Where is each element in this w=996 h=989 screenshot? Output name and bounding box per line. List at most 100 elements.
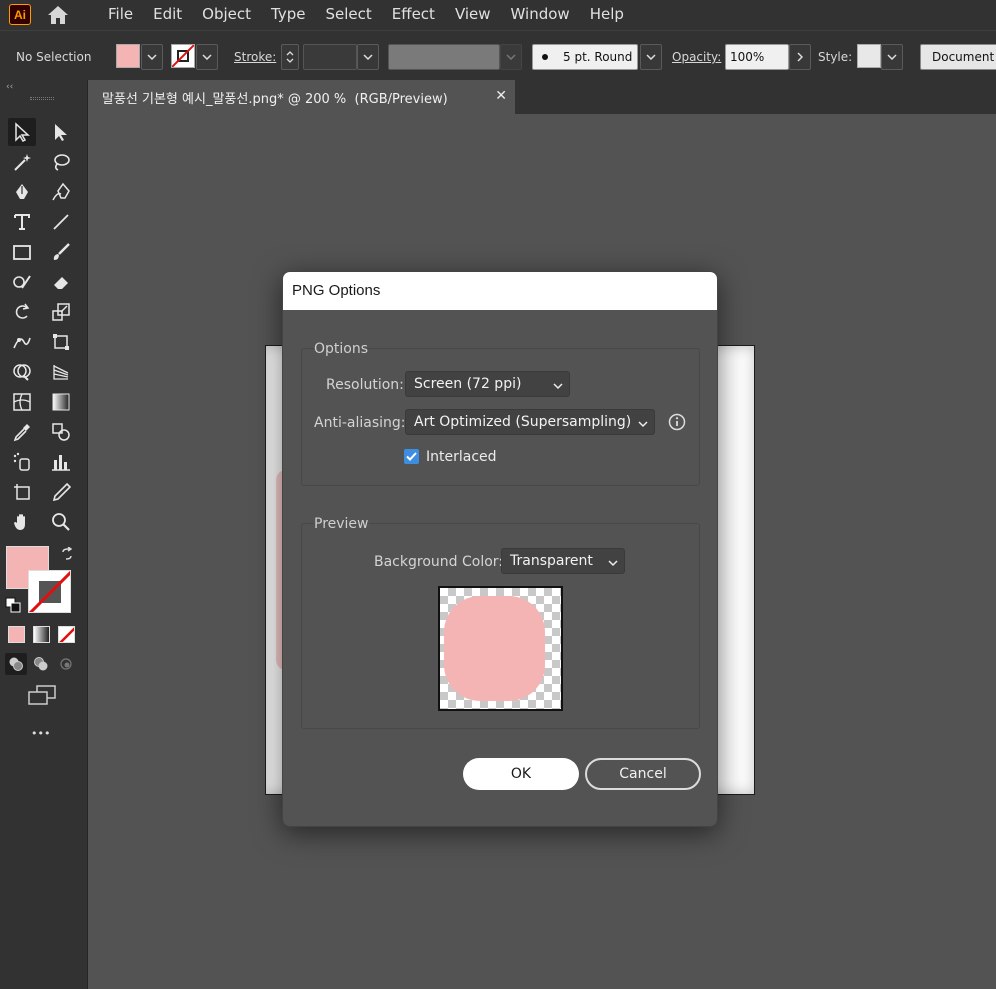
variable-width-dropdown[interactable]: [500, 44, 522, 70]
cancel-button[interactable]: Cancel: [585, 758, 701, 790]
hand-tool-icon[interactable]: [8, 508, 36, 536]
menu-select[interactable]: Select: [315, 0, 381, 30]
color-mode-icon[interactable]: [8, 626, 25, 643]
document-tab[interactable]: 말풍선 기본형 예시_말풍선.png* @ 200 % (RGB/Preview…: [88, 80, 515, 114]
fill-swatch[interactable]: [116, 44, 140, 68]
shaper-tool-icon[interactable]: [8, 268, 36, 296]
stroke-label[interactable]: Stroke:: [234, 50, 276, 64]
artboard-tool-icon[interactable]: [8, 478, 36, 506]
rectangle-tool-icon[interactable]: [8, 238, 36, 266]
line-segment-tool-icon[interactable]: [47, 208, 75, 236]
menu-window[interactable]: Window: [501, 0, 580, 30]
png-options-dialog: PNG Options Options Resolution: Screen (…: [282, 271, 718, 827]
resolution-value: Screen (72 ppi): [414, 376, 522, 392]
menu-object[interactable]: Object: [192, 0, 261, 30]
slice-tool-icon[interactable]: [47, 478, 75, 506]
perspective-grid-tool-icon[interactable]: [47, 358, 75, 386]
close-tab-icon[interactable]: ✕: [495, 88, 507, 104]
variable-width-profile[interactable]: [388, 44, 500, 70]
resolution-select[interactable]: Screen (72 ppi): [405, 371, 570, 397]
stroke-weight-dropdown[interactable]: [357, 44, 379, 70]
scale-tool-icon[interactable]: [47, 298, 75, 326]
dialog-titlebar[interactable]: PNG Options: [283, 272, 717, 310]
eraser-tool-icon[interactable]: [47, 268, 75, 296]
blend-tool-icon[interactable]: [47, 418, 75, 446]
document-tab-bar: 말풍선 기본형 예시_말풍선.png* @ 200 % (RGB/Preview…: [88, 80, 996, 114]
info-icon[interactable]: [668, 413, 686, 435]
stroke-weight-input[interactable]: [303, 44, 357, 70]
draw-inside-icon[interactable]: [55, 653, 77, 675]
menu-view[interactable]: View: [445, 0, 501, 30]
panel-collapse-icon[interactable]: ‹‹: [6, 82, 13, 92]
graphic-style-swatch[interactable]: [857, 44, 881, 68]
style-label: Style:: [818, 50, 853, 64]
dialog-title: PNG Options: [292, 282, 381, 299]
paintbrush-tool-icon[interactable]: [47, 238, 75, 266]
mesh-tool-icon[interactable]: [8, 388, 36, 416]
antialiasing-select[interactable]: Art Optimized (Supersampling): [405, 409, 655, 435]
edit-toolbar-icon[interactable]: •••: [31, 727, 50, 740]
panel-drag-handle[interactable]: [30, 97, 54, 100]
direct-selection-tool-icon[interactable]: [47, 118, 75, 146]
default-fill-stroke-icon[interactable]: [5, 597, 21, 617]
background-color-label: Background Color:: [374, 554, 503, 570]
document-setup-label: Document S: [932, 50, 996, 64]
png-preview-thumbnail: [438, 586, 563, 711]
menu-help[interactable]: Help: [580, 0, 634, 30]
interlaced-checkbox[interactable]: [404, 449, 419, 464]
menu-file[interactable]: File: [98, 0, 143, 30]
selection-tool-icon[interactable]: [8, 118, 36, 146]
none-mode-icon[interactable]: [58, 626, 75, 643]
magic-wand-tool-icon[interactable]: [8, 148, 36, 176]
opacity-value: 100%: [730, 50, 765, 64]
brush-definition[interactable]: 5 pt. Round: [532, 44, 638, 70]
background-color-select[interactable]: Transparent: [501, 548, 625, 574]
type-tool-icon[interactable]: [8, 208, 36, 236]
stroke-dropdown[interactable]: [196, 44, 218, 70]
menu-effect[interactable]: Effect: [382, 0, 445, 30]
swap-fill-stroke-icon[interactable]: [60, 546, 74, 565]
gradient-mode-icon[interactable]: [33, 626, 50, 643]
stroke-swatch[interactable]: [171, 44, 195, 68]
free-transform-tool-icon[interactable]: [47, 328, 75, 356]
ok-button[interactable]: OK: [463, 758, 579, 790]
opacity-input[interactable]: 100%: [725, 44, 789, 70]
home-icon[interactable]: [46, 4, 70, 26]
symbol-sprayer-tool-icon[interactable]: [8, 448, 36, 476]
options-group-label: Options: [314, 341, 369, 357]
opacity-label[interactable]: Opacity:: [672, 50, 721, 64]
draw-normal-icon[interactable]: [5, 653, 27, 675]
gradient-tool-icon[interactable]: [47, 388, 75, 416]
menu-type[interactable]: Type: [261, 0, 315, 30]
draw-behind-icon[interactable]: [30, 653, 52, 675]
screen-mode-icon[interactable]: [27, 684, 57, 710]
graphic-style-dropdown[interactable]: [881, 44, 903, 70]
width-tool-icon[interactable]: [8, 328, 36, 356]
rotate-tool-icon[interactable]: [8, 298, 36, 326]
antialiasing-value: Art Optimized (Supersampling): [414, 414, 632, 430]
lasso-tool-icon[interactable]: [47, 148, 75, 176]
stroke-weight-stepper[interactable]: [281, 44, 299, 70]
brush-dot-icon: [542, 54, 548, 60]
brush-dropdown[interactable]: [640, 44, 662, 70]
curvature-tool-icon[interactable]: [47, 178, 75, 206]
resolution-label: Resolution:: [326, 377, 404, 393]
opacity-arrow[interactable]: [789, 44, 811, 70]
column-graph-tool-icon[interactable]: [47, 448, 75, 476]
pen-tool-icon[interactable]: [8, 178, 36, 206]
shape-builder-tool-icon[interactable]: [8, 358, 36, 386]
preview-speech-bubble: [444, 596, 545, 701]
stroke-color-swatch[interactable]: [28, 570, 71, 613]
menu-edit[interactable]: Edit: [143, 0, 192, 30]
eyedropper-tool-icon[interactable]: [8, 418, 36, 446]
interlaced-label[interactable]: Interlaced: [426, 449, 497, 465]
tools-panel: ‹‹ •••: [0, 80, 88, 989]
fill-dropdown[interactable]: [141, 44, 163, 70]
chevron-down-icon: [608, 556, 618, 572]
preview-group-label: Preview: [314, 516, 369, 532]
illustrator-logo: Ai: [9, 4, 31, 25]
zoom-tool-icon[interactable]: [47, 508, 75, 536]
brush-label: 5 pt. Round: [563, 50, 633, 64]
document-setup-button[interactable]: Document S: [920, 44, 996, 70]
chevron-down-icon: [638, 417, 648, 433]
